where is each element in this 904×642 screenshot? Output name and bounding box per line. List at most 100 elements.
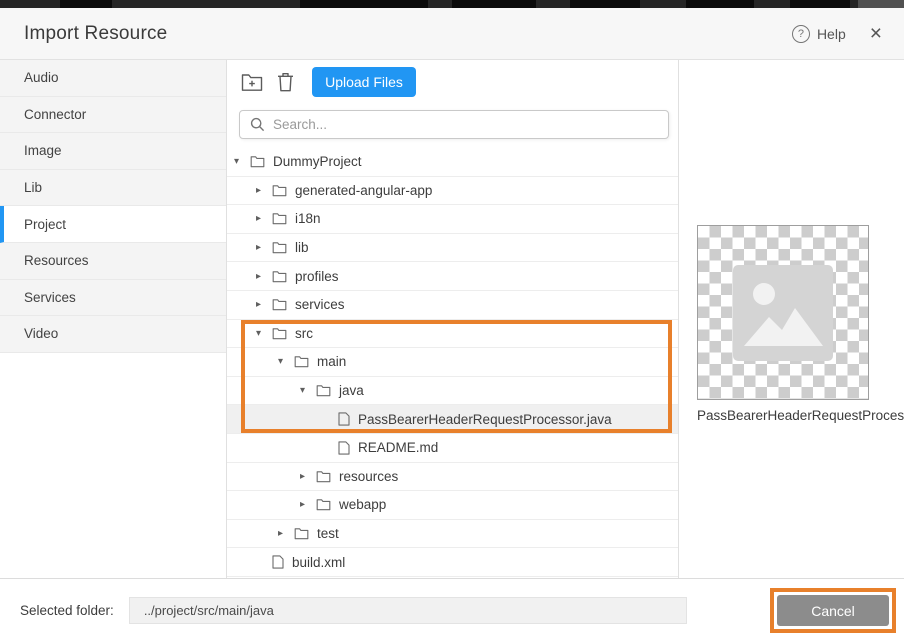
- file-tree: ▾ DummyProject ▸ generated-angular-app ▸…: [227, 148, 678, 578]
- tree-row[interactable]: PassBearerHeaderRequestProcessor.java: [227, 405, 678, 434]
- dialog-footer: Selected folder: ../project/src/main/jav…: [0, 578, 904, 642]
- folder-icon: [272, 298, 287, 311]
- image-placeholder-icon: [733, 265, 833, 361]
- tree-row-label: main: [317, 354, 346, 369]
- folder-icon: [272, 241, 287, 254]
- search-icon: [250, 117, 265, 132]
- sidebar-item-label: Audio: [24, 70, 59, 85]
- expand-arrow-icon[interactable]: ▸: [256, 185, 272, 196]
- expand-arrow-icon[interactable]: ▸: [256, 299, 272, 310]
- expand-arrow-icon[interactable]: ▸: [256, 271, 272, 282]
- preview-panel: PassBearerHeaderRequestProcess: [679, 60, 904, 578]
- folder-icon: [294, 355, 309, 368]
- screen: Import Resource ? Help × Audio Connector…: [0, 0, 904, 642]
- cancel-button[interactable]: Cancel: [777, 595, 889, 626]
- dialog-title: Import Resource: [24, 23, 167, 45]
- tree-row-label: build.xml: [292, 555, 345, 570]
- folder-icon: [250, 155, 265, 168]
- file-toolbar: Upload Files: [239, 67, 678, 97]
- expand-arrow-icon[interactable]: ▸: [300, 499, 316, 510]
- tree-row[interactable]: ▸ i18n: [227, 205, 678, 234]
- cancel-annotation-box: Cancel: [770, 588, 896, 633]
- folder-icon: [316, 498, 331, 511]
- sidebar-item-connector[interactable]: Connector: [0, 97, 226, 134]
- tree-row-label: i18n: [295, 211, 321, 226]
- tree-row-label: DummyProject: [273, 154, 362, 169]
- sidebar-item-lib[interactable]: Lib: [0, 170, 226, 207]
- tree-row[interactable]: ▾ DummyProject: [227, 148, 678, 177]
- dialog-body: Audio Connector Image Lib Project Resour…: [0, 60, 904, 578]
- expand-arrow-icon[interactable]: ▾: [278, 356, 294, 367]
- sidebar-item-video[interactable]: Video: [0, 316, 226, 353]
- expand-arrow-icon[interactable]: ▸: [300, 471, 316, 482]
- tree-row[interactable]: ▾ src: [227, 320, 678, 349]
- new-folder-button[interactable]: [239, 69, 265, 95]
- sidebar-item-audio[interactable]: Audio: [0, 60, 226, 97]
- sidebar-item-image[interactable]: Image: [0, 133, 226, 170]
- search-box: [239, 110, 669, 139]
- tree-row-label: resources: [339, 469, 398, 484]
- help-button[interactable]: Help: [817, 26, 846, 42]
- sidebar-item-label: Services: [24, 290, 76, 305]
- sidebar-item-resources[interactable]: Resources: [0, 243, 226, 280]
- folder-icon: [316, 470, 331, 483]
- sidebar-item-services[interactable]: Services: [0, 280, 226, 317]
- expand-arrow-icon[interactable]: ▾: [256, 328, 272, 339]
- sidebar-item-label: Connector: [24, 107, 86, 122]
- tree-row[interactable]: README.md: [227, 434, 678, 463]
- selected-folder-value: ../project/src/main/java: [129, 597, 687, 624]
- folder-plus-icon: [241, 73, 263, 92]
- tree-row[interactable]: ▸ generated-angular-app: [227, 177, 678, 206]
- file-browser-panel: Upload Files ▾ DummyProject ▸: [227, 60, 679, 578]
- preview-thumbnail: [697, 225, 869, 400]
- tree-row[interactable]: ▸ resources: [227, 463, 678, 492]
- tree-row-label: README.md: [358, 440, 438, 455]
- expand-arrow-icon[interactable]: ▾: [234, 156, 250, 167]
- tree-row-label: java: [339, 383, 364, 398]
- import-resource-dialog: Import Resource ? Help × Audio Connector…: [0, 8, 904, 642]
- search-input[interactable]: [273, 117, 658, 132]
- sidebar-item-label: Resources: [24, 253, 89, 268]
- file-icon: [338, 412, 350, 426]
- tree-row-label: src: [295, 326, 313, 341]
- tree-row-label: test: [317, 526, 339, 541]
- sidebar-item-label: Video: [24, 326, 58, 341]
- expand-arrow-icon[interactable]: ▾: [300, 385, 316, 396]
- tree-row-label: PassBearerHeaderRequestProcessor.java: [358, 412, 612, 427]
- tree-row-label: services: [295, 297, 345, 312]
- tree-row[interactable]: ▾ java: [227, 377, 678, 406]
- tree-row-label: lib: [295, 240, 309, 255]
- expand-arrow-icon[interactable]: ▸: [256, 242, 272, 253]
- sidebar-item-label: Project: [24, 217, 66, 232]
- expand-arrow-icon[interactable]: ▸: [278, 528, 294, 539]
- sidebar: Audio Connector Image Lib Project Resour…: [0, 60, 227, 578]
- delete-button[interactable]: [272, 69, 298, 95]
- tree-row-label: webapp: [339, 497, 386, 512]
- tree-row[interactable]: ▸ test: [227, 520, 678, 549]
- sidebar-item-label: Image: [24, 143, 62, 158]
- tree-row-label: generated-angular-app: [295, 183, 432, 198]
- upload-files-button[interactable]: Upload Files: [312, 67, 416, 97]
- folder-icon: [316, 384, 331, 397]
- selected-folder-label: Selected folder:: [20, 603, 114, 618]
- dialog-header: Import Resource ? Help ×: [0, 8, 904, 60]
- close-icon[interactable]: ×: [870, 26, 882, 42]
- tree-row-label: profiles: [295, 269, 339, 284]
- tree-row[interactable]: ▸ profiles: [227, 262, 678, 291]
- tree-row[interactable]: ▸ webapp: [227, 491, 678, 520]
- sidebar-item-label: Lib: [24, 180, 42, 195]
- sidebar-item-project[interactable]: Project: [0, 206, 226, 243]
- file-icon: [272, 555, 284, 569]
- folder-icon: [272, 327, 287, 340]
- folder-icon: [272, 212, 287, 225]
- tree-row[interactable]: ▸ lib: [227, 234, 678, 263]
- header-actions: ? Help ×: [792, 25, 882, 43]
- file-icon: [338, 441, 350, 455]
- tree-row[interactable]: ▾ main: [227, 348, 678, 377]
- preview-caption: PassBearerHeaderRequestProcess: [697, 408, 904, 423]
- help-icon[interactable]: ?: [792, 25, 810, 43]
- tree-row[interactable]: ▸ services: [227, 291, 678, 320]
- tree-row[interactable]: build.xml: [227, 548, 678, 577]
- folder-icon: [272, 270, 287, 283]
- expand-arrow-icon[interactable]: ▸: [256, 213, 272, 224]
